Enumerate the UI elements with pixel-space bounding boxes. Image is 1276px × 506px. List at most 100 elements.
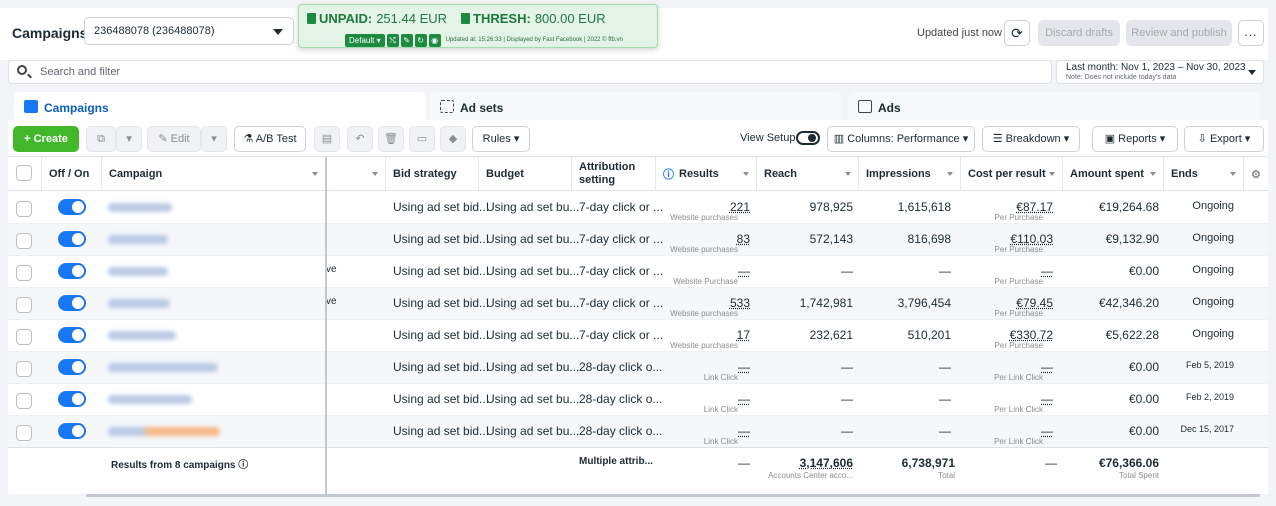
campaign-name-redacted[interactable] (108, 395, 192, 404)
refresh-icon[interactable]: ⟳ (1004, 20, 1030, 46)
cost-per-result-cell[interactable]: — (961, 360, 1053, 374)
discard-drafts-button[interactable]: Discard drafts (1038, 20, 1120, 46)
chevron-down-icon[interactable]: ▾ (201, 126, 227, 152)
campaign-name-redacted[interactable] (108, 427, 148, 436)
campaign-toggle[interactable] (58, 423, 86, 439)
shuffle-icon[interactable]: ⤭ (386, 33, 399, 47)
campaign-toggle[interactable] (58, 391, 86, 407)
col-reach[interactable]: Reach (757, 157, 859, 191)
table-row[interactable]: Using ad set bid... Using ad set bu... 7-d… (8, 224, 1268, 256)
campaign-name-redacted[interactable] (108, 299, 170, 308)
frozen-column-divider[interactable] (325, 157, 327, 495)
table-row[interactable]: ve Using ad set bid... Using ad set bu... 7… (8, 256, 1268, 288)
results-cell[interactable]: 221 (656, 200, 750, 214)
col-impressions[interactable]: Impressions (859, 157, 961, 191)
column-settings-icon[interactable]: ⚙ (1244, 157, 1268, 191)
col-amount-spent[interactable]: Amount spent (1063, 157, 1164, 191)
results-cell[interactable]: 83 (656, 232, 750, 246)
search-input[interactable]: Search and filter (8, 60, 1052, 84)
row-checkbox[interactable] (16, 265, 32, 281)
row-checkbox[interactable] (16, 393, 32, 409)
results-cell[interactable]: 17 (656, 328, 750, 342)
results-cell[interactable]: — (656, 424, 750, 438)
date-range-picker[interactable]: Last month: Nov 1, 2023 – Nov 30, 2023 N… (1056, 60, 1264, 84)
campaign-name-redacted[interactable] (108, 235, 168, 244)
results-cell[interactable]: 533 (656, 296, 750, 310)
col-budget[interactable]: Budget (479, 157, 572, 191)
results-cell[interactable]: — (656, 392, 750, 406)
table-row[interactable]: Using ad set bid... Using ad set bu... 28-… (8, 416, 1268, 448)
row-checkbox[interactable] (16, 425, 32, 441)
tab-campaigns[interactable]: Campaigns (14, 92, 426, 122)
campaign-toggle[interactable] (58, 327, 86, 343)
export-button[interactable]: ⇩ Export ▾ (1184, 126, 1264, 152)
row-checkbox[interactable] (16, 201, 32, 217)
rules-button[interactable]: Rules ▾ (472, 126, 530, 152)
refresh-icon[interactable]: ↻ (414, 33, 427, 47)
bid-strategy-cell: Using ad set bid... (393, 200, 490, 214)
ab-test-button[interactable]: ⚗ A/B Test (234, 126, 306, 152)
more-options-button[interactable]: ... (1238, 20, 1264, 46)
campaign-toggle[interactable] (58, 263, 86, 279)
row-checkbox[interactable] (16, 329, 32, 345)
amount-spent-cell: €5,622.28 (1105, 328, 1159, 342)
preview-icon[interactable]: ▭ (409, 126, 435, 152)
clipboard-icon[interactable]: ▤ (314, 126, 340, 152)
chevron-down-icon[interactable]: ▾ (116, 126, 142, 152)
cost-per-result-cell[interactable]: — (961, 392, 1053, 406)
eye-off-icon[interactable]: ◉ (428, 33, 441, 47)
cost-per-result-cell[interactable]: €87.17 (961, 200, 1053, 214)
col-results[interactable]: ⓘ Results (656, 157, 757, 191)
tab-ad-sets[interactable]: Ad sets (430, 92, 842, 122)
campaign-toggle[interactable] (58, 359, 86, 375)
col-cost-per-result[interactable]: Cost per result (961, 157, 1063, 191)
breakdown-button[interactable]: ☰ Breakdown ▾ (982, 126, 1080, 152)
updated-status: Updated just now (917, 27, 1002, 39)
select-all-checkbox[interactable] (16, 165, 32, 181)
campaign-toggle[interactable] (58, 295, 86, 311)
table-row[interactable]: ve Using ad set bid... Using ad set bu... 7… (8, 288, 1268, 320)
horizontal-scrollbar[interactable] (86, 494, 1260, 497)
table-row[interactable]: Using ad set bid... Using ad set bu... 28-… (8, 384, 1268, 416)
campaign-name-redacted[interactable] (108, 203, 172, 212)
col-attribution[interactable]: Attribution setting (572, 157, 656, 191)
col-bid-strategy[interactable]: Bid strategy (386, 157, 479, 191)
reports-button[interactable]: ▣ Reports ▾ (1092, 126, 1178, 152)
edit-button[interactable]: ✎ Edit (147, 126, 201, 152)
review-publish-button[interactable]: Review and publish (1126, 20, 1232, 46)
campaign-name-redacted[interactable] (108, 267, 168, 276)
edit-icon[interactable]: ✎ (400, 33, 413, 47)
view-setup-toggle[interactable] (796, 131, 820, 145)
cost-per-result-cell[interactable]: €330.72 (961, 328, 1053, 342)
campaign-toggle[interactable] (58, 231, 86, 247)
create-button[interactable]: + Create (13, 126, 79, 152)
row-checkbox[interactable] (16, 361, 32, 377)
results-cell[interactable]: — (656, 264, 750, 278)
undo-icon[interactable]: ↶ (347, 126, 373, 152)
cost-per-result-cell[interactable]: — (961, 264, 1053, 278)
row-checkbox[interactable] (16, 297, 32, 313)
cost-per-result-cell[interactable]: €79.45 (961, 296, 1053, 310)
cost-per-result-cell[interactable]: €110.03 (961, 232, 1054, 246)
account-select[interactable]: 236488078 (236488078) (84, 17, 294, 45)
columns-button[interactable]: ▥ Columns: Performance ▾ (827, 126, 975, 152)
profile-dropdown[interactable]: Default ▾ (345, 33, 385, 47)
duplicate-icon[interactable]: ⧉ (86, 126, 116, 152)
col-campaign[interactable]: Campaign (102, 157, 326, 191)
tag-icon[interactable]: ◆ (440, 126, 466, 152)
campaign-name-redacted[interactable] (108, 363, 218, 372)
trash-icon[interactable]: 🗑 (378, 126, 404, 152)
row-checkbox[interactable] (16, 233, 32, 249)
bid-strategy-cell: Using ad set bid... (393, 328, 490, 342)
cost-per-result-cell[interactable]: — (961, 424, 1053, 438)
campaign-toggle[interactable] (58, 199, 86, 215)
tab-ads[interactable]: Ads (848, 92, 1260, 122)
col-ends[interactable]: Ends (1164, 157, 1244, 191)
budget-cell: Using ad set bu... (486, 200, 580, 214)
results-cell[interactable]: — (656, 360, 750, 374)
table-row[interactable]: Using ad set bid... Using ad set bu... 7-d… (8, 320, 1268, 352)
campaign-name-redacted[interactable] (108, 331, 176, 340)
table-row[interactable]: Using ad set bid... Using ad set bu... 7-d… (8, 192, 1268, 224)
table-row[interactable]: Using ad set bid... Using ad set bu... 28-… (8, 352, 1268, 384)
col-delivery[interactable] (326, 157, 386, 191)
